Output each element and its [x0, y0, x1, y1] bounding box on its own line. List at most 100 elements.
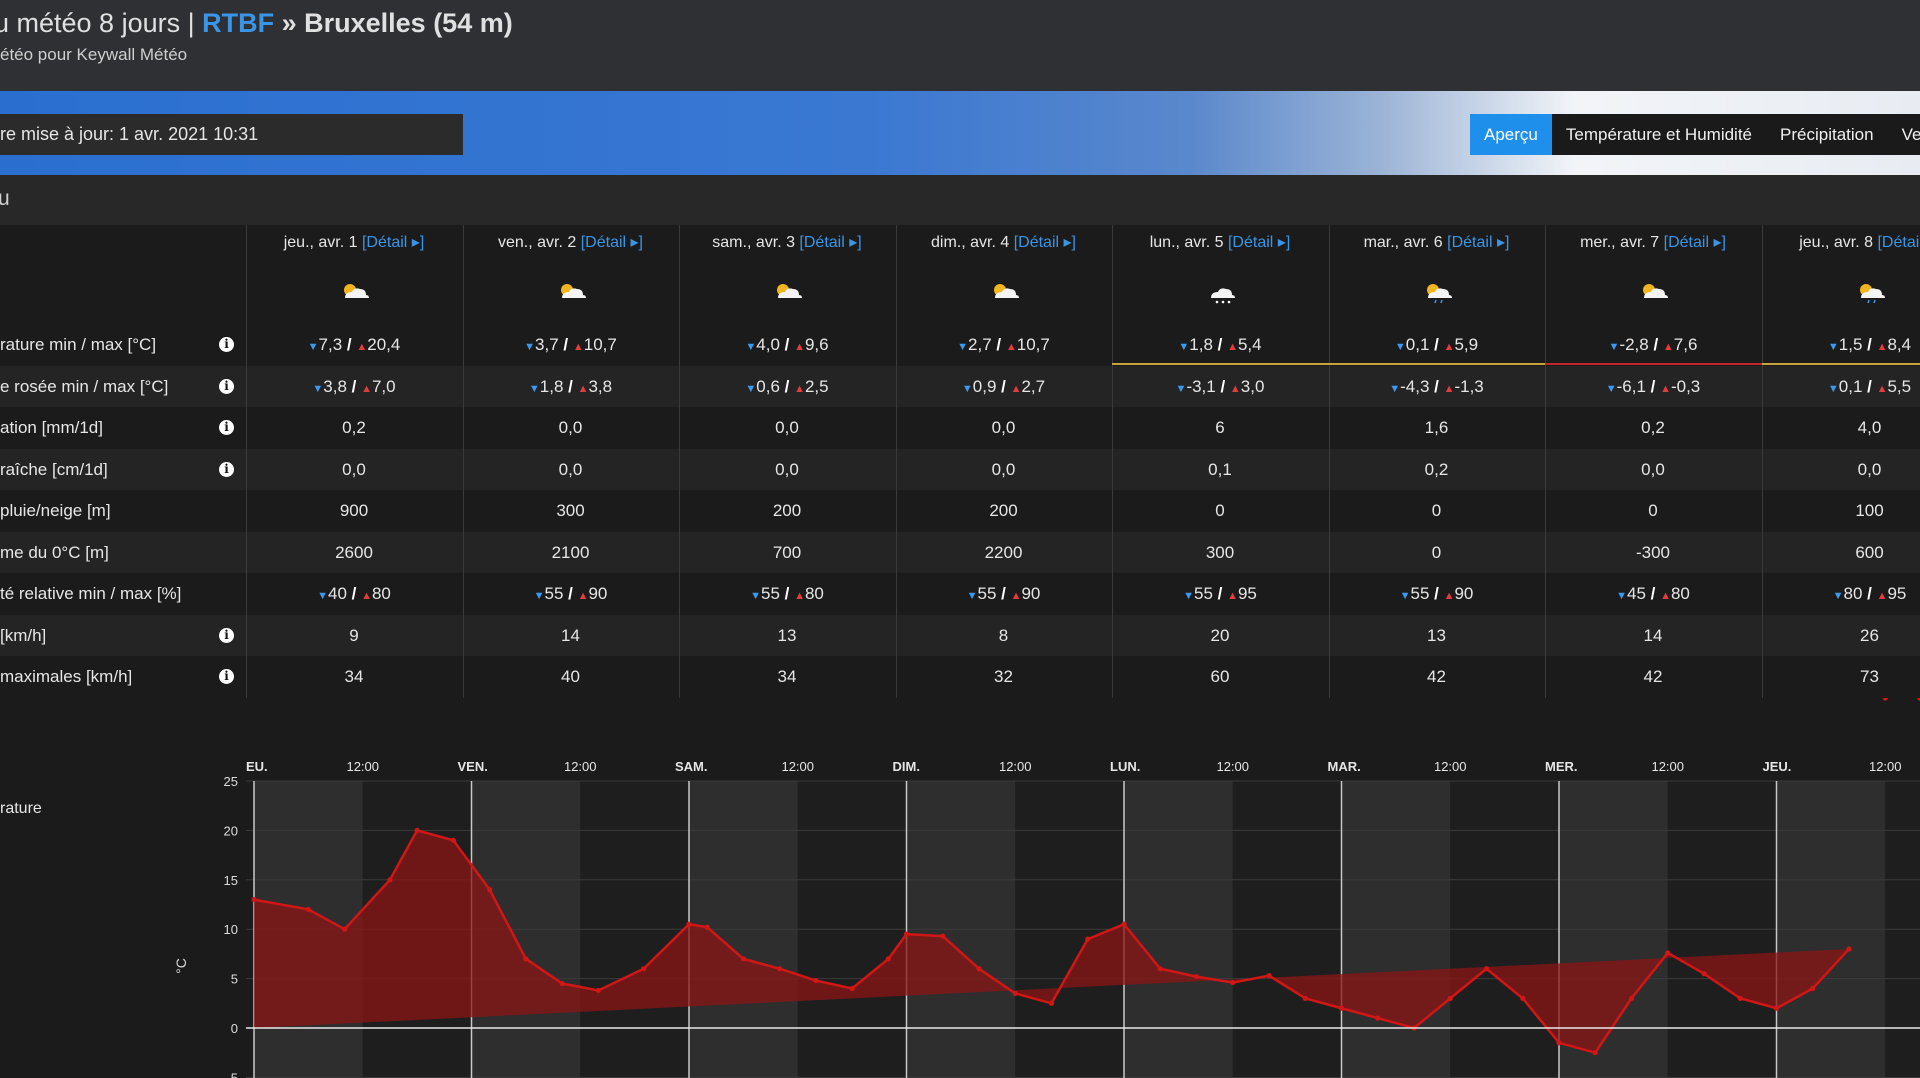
- separator: /: [1215, 376, 1230, 396]
- table-cell: 34: [344, 667, 364, 686]
- min-arrow-icon: ▼: [745, 341, 757, 353]
- detail-link[interactable]: [Détail ▸]: [1228, 234, 1290, 251]
- max-arrow-icon: ▲: [1876, 590, 1888, 602]
- detail-link[interactable]: [Détail ▸]: [581, 234, 643, 251]
- tab-temperature-humidite[interactable]: Température et Humidité: [1552, 114, 1766, 155]
- separator: /: [779, 584, 795, 603]
- min-value: 80: [1843, 584, 1863, 603]
- max-arrow-icon: ▲: [1662, 341, 1674, 353]
- table-cell: 14: [1643, 625, 1663, 645]
- temperature-point: [1230, 979, 1236, 986]
- table-cell: 14: [561, 625, 580, 645]
- info-icon[interactable]: i: [219, 420, 234, 435]
- table-cell: ▼55 / ▲90: [463, 573, 679, 614]
- min-value: -3,1: [1186, 376, 1216, 396]
- sun-cloud-icon: [339, 280, 369, 304]
- max-value: 8,4: [1887, 335, 1912, 354]
- detail-link[interactable]: [Détail ▸]: [1014, 234, 1076, 251]
- info-icon[interactable]: i: [219, 378, 234, 394]
- max-arrow-icon: ▲: [1876, 341, 1888, 353]
- table-cell: 13: [1427, 625, 1446, 645]
- info-icon[interactable]: i: [219, 669, 234, 684]
- min-value: 55: [760, 584, 780, 603]
- min-arrow-icon: ▼: [961, 382, 973, 395]
- max-arrow-icon: ▲: [1660, 590, 1671, 602]
- row-label: pluie/neige [m]: [0, 501, 111, 520]
- series-label: rature: [0, 800, 42, 817]
- section-title: u: [0, 187, 10, 210]
- max-arrow-icon: ▲: [1227, 341, 1238, 353]
- temperature-point: [903, 931, 910, 937]
- tab-apercu[interactable]: Aperçu: [1470, 114, 1552, 155]
- info-icon[interactable]: i: [219, 461, 234, 477]
- table-row: pluie/neige [m] 900 300 200 200 0 0 0 100: [0, 490, 1920, 531]
- max-arrow-icon: ▲: [1005, 341, 1017, 353]
- min-value: 45: [1626, 584, 1646, 603]
- column-divider: [246, 225, 247, 698]
- min-value: 55: [1410, 584, 1430, 603]
- detail-link[interactable]: [Détail ▸]: [362, 234, 424, 251]
- min-arrow-icon: ▼: [307, 341, 319, 353]
- tab-vent[interactable]: Ve: [1888, 114, 1920, 155]
- info-icon[interactable]: i: [219, 627, 234, 643]
- temperature-point: [777, 966, 783, 972]
- day-header: jeu., avr. 1 [Détail ▸]: [246, 232, 462, 252]
- table-row: té relative min / max [%] ▼40 / ▲80 ▼55 / …: [0, 573, 1920, 614]
- warning-underline: [1112, 363, 1329, 365]
- temperature-point: [1520, 995, 1526, 1001]
- day-label: ven., avr. 2: [498, 234, 581, 251]
- temperature-point: [686, 921, 692, 927]
- detail-link[interactable]: [Détail ▸]: [1664, 234, 1726, 251]
- separator: /: [1212, 335, 1228, 354]
- temperature-point: [450, 837, 456, 843]
- temperature-point: [1085, 936, 1091, 942]
- table-cell: 60: [1210, 667, 1230, 686]
- temperature-point: [1375, 1015, 1381, 1021]
- table-cell: ▼-4,3 / ▲-1,3: [1329, 366, 1545, 407]
- separator: /: [1212, 584, 1228, 603]
- temperature-point: [1846, 946, 1852, 952]
- min-value: 0,9: [972, 376, 997, 396]
- table-row: [km/h] i 9 14 13 8 20 13 14 26: [0, 614, 1920, 656]
- max-value: 20,4: [367, 335, 401, 354]
- min-arrow-icon: ▼: [966, 590, 978, 602]
- info-icon[interactable]: i: [219, 337, 234, 352]
- detail-link[interactable]: [Détail ▸]: [1447, 234, 1509, 251]
- detail-link[interactable]: [Détail ▸]: [799, 234, 861, 251]
- table-cell: ▼45 / ▲80: [1545, 573, 1761, 614]
- max-value: 3,8: [588, 376, 613, 396]
- max-arrow-icon: ▲: [572, 341, 584, 353]
- separator: /: [342, 335, 357, 354]
- separator: /: [1429, 376, 1444, 396]
- temperature-point: [523, 956, 529, 962]
- day-tick-label: VEN.: [458, 759, 488, 774]
- noon-tick-label: 12:00: [781, 759, 814, 774]
- day-tick-label: MAR.: [1328, 759, 1361, 774]
- noon-tick-label: 12:00: [1434, 759, 1467, 774]
- temperature-point: [976, 966, 982, 972]
- max-value: 5,9: [1454, 335, 1479, 354]
- temperature-point: [1193, 974, 1200, 980]
- day-label: dim., avr. 4: [931, 234, 1014, 251]
- column-divider: [1328, 225, 1330, 698]
- warning-underline: [1328, 363, 1545, 365]
- table-cell: 700: [772, 542, 802, 562]
- detail-link[interactable]: [Détail ▸]: [1877, 234, 1920, 251]
- separator: /: [563, 584, 578, 603]
- separator: /: [1429, 584, 1444, 603]
- max-arrow-icon: ▲: [794, 590, 805, 602]
- temperature-point: [1701, 971, 1707, 977]
- min-value: 55: [544, 584, 564, 603]
- separator: /: [996, 584, 1011, 603]
- min-value: 1,8: [1189, 335, 1213, 354]
- tab-precipitation[interactable]: Précipitation: [1766, 114, 1888, 155]
- noon-tick-label: 12:00: [999, 759, 1032, 774]
- separator: /: [1862, 584, 1877, 603]
- brand-link[interactable]: RTBF: [202, 8, 274, 38]
- separator: /: [991, 335, 1006, 354]
- day-tick-label: LUN.: [1110, 759, 1140, 774]
- max-value: 9,6: [804, 335, 829, 354]
- noon-tick-label: 12:00: [1216, 759, 1249, 774]
- page-title: u météo 8 jours | RTBF » Bruxelles (54 m…: [0, 8, 513, 39]
- table-row: maximales [km/h] i 34 40 34 32 60 42 42 73: [0, 656, 1920, 697]
